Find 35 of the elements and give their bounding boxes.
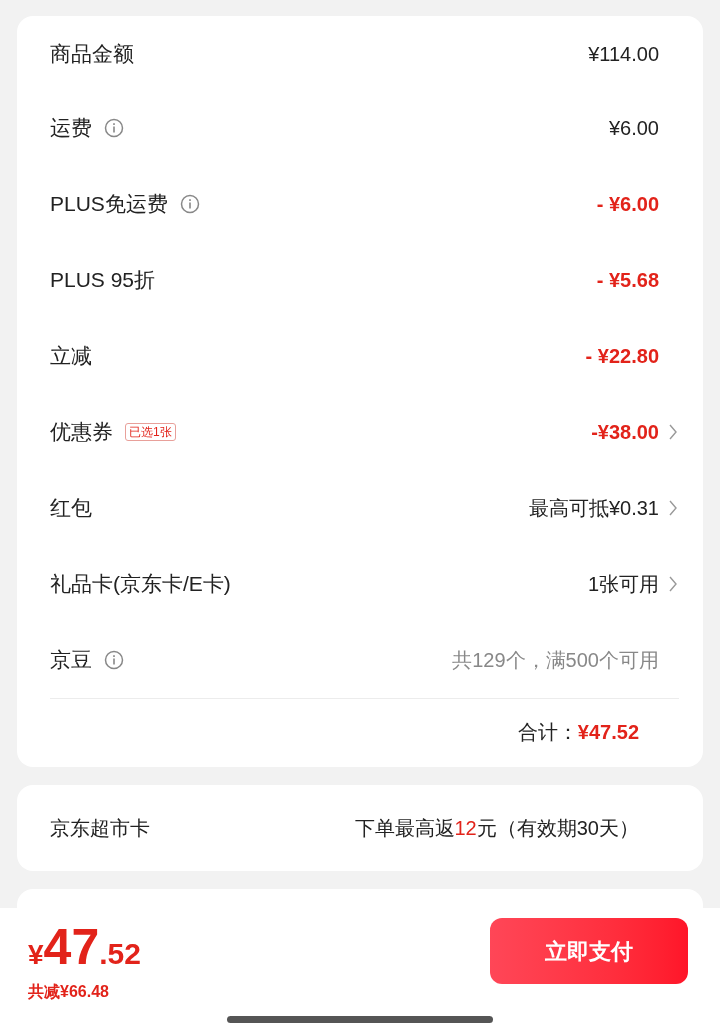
row-label: 立减 (50, 343, 92, 370)
total-price: ¥47.52 (28, 922, 141, 972)
pay-button[interactable]: 立即支付 (490, 918, 688, 984)
row-value: ¥114.00 (588, 42, 659, 67)
selected-tag: 已选1张 (125, 423, 176, 441)
chevron-icon[interactable] (669, 424, 677, 440)
row-label: 商品金额 (50, 41, 134, 68)
info-icon[interactable] (179, 194, 200, 214)
cashback-amount: 12 (454, 816, 477, 841)
row-label: 京豆 (50, 647, 92, 674)
row-value: ¥6.00 (608, 116, 659, 141)
cashback-text: 元（有效期30天） (476, 816, 639, 841)
info-icon[interactable] (104, 118, 124, 138)
total-label: 合计： (517, 720, 578, 745)
row-value: 1张可用 (587, 572, 659, 597)
row-label: 红包 (50, 495, 92, 522)
row-label: 礼品卡(京东卡/E卡) (50, 571, 231, 598)
row-label: 优惠券 (50, 419, 113, 446)
row-label: 运费 (50, 115, 92, 142)
row-label: PLUS免运费 (50, 191, 168, 218)
supermarket-card-label: 京东超市卡 (50, 816, 150, 841)
saving-text: 共减¥66.48 (28, 982, 110, 1002)
row-value: 共129个，满500个可用 (452, 648, 659, 673)
row-value: 最高可抵¥0.31 (528, 496, 659, 521)
supermarket-card-panel[interactable]: 京东超市卡 下单最高返12元（有效期30天） (17, 785, 703, 871)
chevron-icon[interactable] (669, 576, 677, 592)
row-value: -¥38.00 (591, 420, 659, 445)
info-icon[interactable] (104, 650, 124, 670)
cashback-text: 下单最高返 (354, 816, 455, 841)
total-amount: ¥47.52 (577, 720, 639, 745)
row-value: - ¥5.68 (596, 268, 659, 293)
row-value: - ¥6.00 (596, 192, 659, 217)
chevron-icon[interactable] (669, 500, 677, 516)
row-label: PLUS 95折 (50, 267, 156, 294)
row-value: - ¥22.80 (585, 344, 659, 369)
